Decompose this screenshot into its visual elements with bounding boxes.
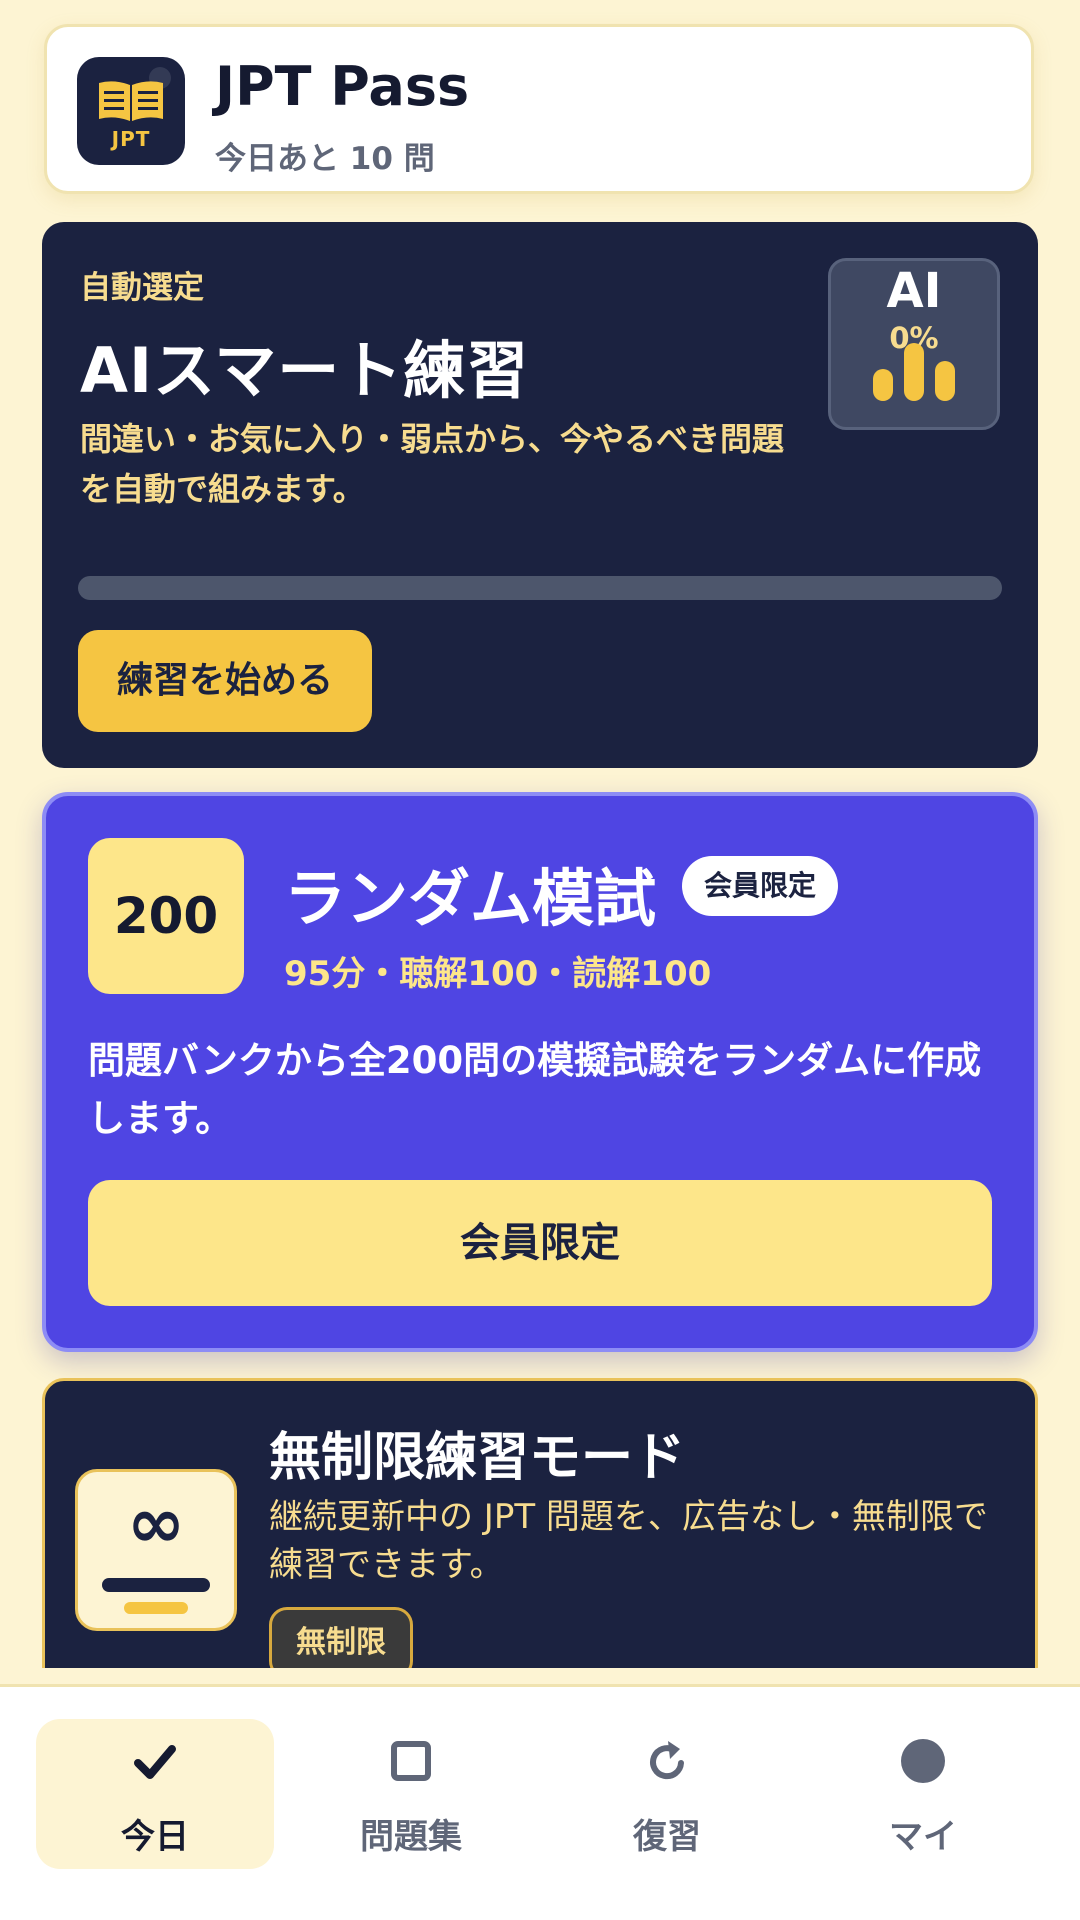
icon-underline [124,1602,188,1614]
icon-line [102,1578,210,1592]
mock-exam-description: 問題バンクから全200問の模擬試験をランダムに作成します。 [88,1039,982,1140]
ai-card-title: AIスマート練習 [80,334,530,407]
check-icon [134,1745,176,1779]
question-count-tile: 200 [88,838,244,994]
scroll-content[interactable]: JPT JPT Pass 今日あと 10 問 自動選定 AIスマート練習 間違い… [0,0,1080,1668]
tab-my[interactable]: マイ [804,1719,1042,1869]
bar-chart-bar [904,343,924,401]
unlimited-practice-card[interactable]: ∞ 無制限練習モード 継続更新中の JPT 問題を、広告なし・無制限で練習できま… [42,1378,1038,1668]
bar-chart-bar [935,361,955,401]
unlimited-description: 継続更新中の JPT 問題を、広告なし・無制限で練習できます。 [269,1497,988,1585]
app-header: JPT JPT Pass 今日あと 10 問 [44,24,1034,194]
daily-remaining: 今日あと 10 問 [215,141,435,177]
ai-progress-bar [78,576,1002,600]
mock-exam-title: ランダム模試 [284,862,657,935]
square-icon [391,1741,431,1781]
tab-review-label: 復習 [633,1817,701,1857]
ai-smart-practice-card: 自動選定 AIスマート練習 間違い・お気に入り・弱点から、今やるべき問題を自動で… [42,222,1038,768]
infinity-glyph: ∞ [126,1482,186,1564]
tab-today[interactable]: 今日 [36,1719,274,1869]
tab-today-label: 今日 [121,1817,189,1857]
tab-my-label: マイ [889,1817,957,1857]
members-only-badge: 会員限定 [682,856,839,916]
bar-chart-bar [873,369,893,401]
ai-card-description: 間違い・お気に入り・弱点から、今やるべき問題を自動で組みます。 [80,420,785,508]
logo-text: JPT [111,127,151,151]
unlimited-tag: 無制限 [269,1607,413,1668]
ai-badge-label: AI [886,263,942,319]
today-screen: JPT JPT Pass 今日あと 10 問 自動選定 AIスマート練習 間違い… [0,0,1080,1920]
ai-eyebrow: 自動選定 [80,270,204,306]
random-mock-exam-card: 200 ランダム模試 会員限定 95分・聴解100・読解100 問題バンクから全… [42,792,1038,1352]
app-title: JPT Pass [215,55,470,118]
mock-exam-meta: 95分・聴解100・読解100 [284,954,712,994]
infinity-icon: ∞ [75,1469,237,1631]
tab-question-sets-label: 問題集 [360,1817,462,1857]
book-icon [99,81,163,121]
unlimited-title: 無制限練習モード [269,1428,686,1488]
bottom-tab-bar: 今日 問題集 復習 マイ [0,1684,1080,1920]
app-logo: JPT [77,57,185,165]
start-practice-button[interactable]: 練習を始める [78,630,372,732]
members-only-button[interactable]: 会員限定 [88,1180,992,1306]
profile-circle-icon [901,1739,945,1783]
refresh-icon [650,1741,684,1780]
ai-progress-badge: AI 0% [828,258,1000,430]
tab-review[interactable]: 復習 [548,1719,786,1869]
tab-question-sets[interactable]: 問題集 [292,1719,530,1869]
